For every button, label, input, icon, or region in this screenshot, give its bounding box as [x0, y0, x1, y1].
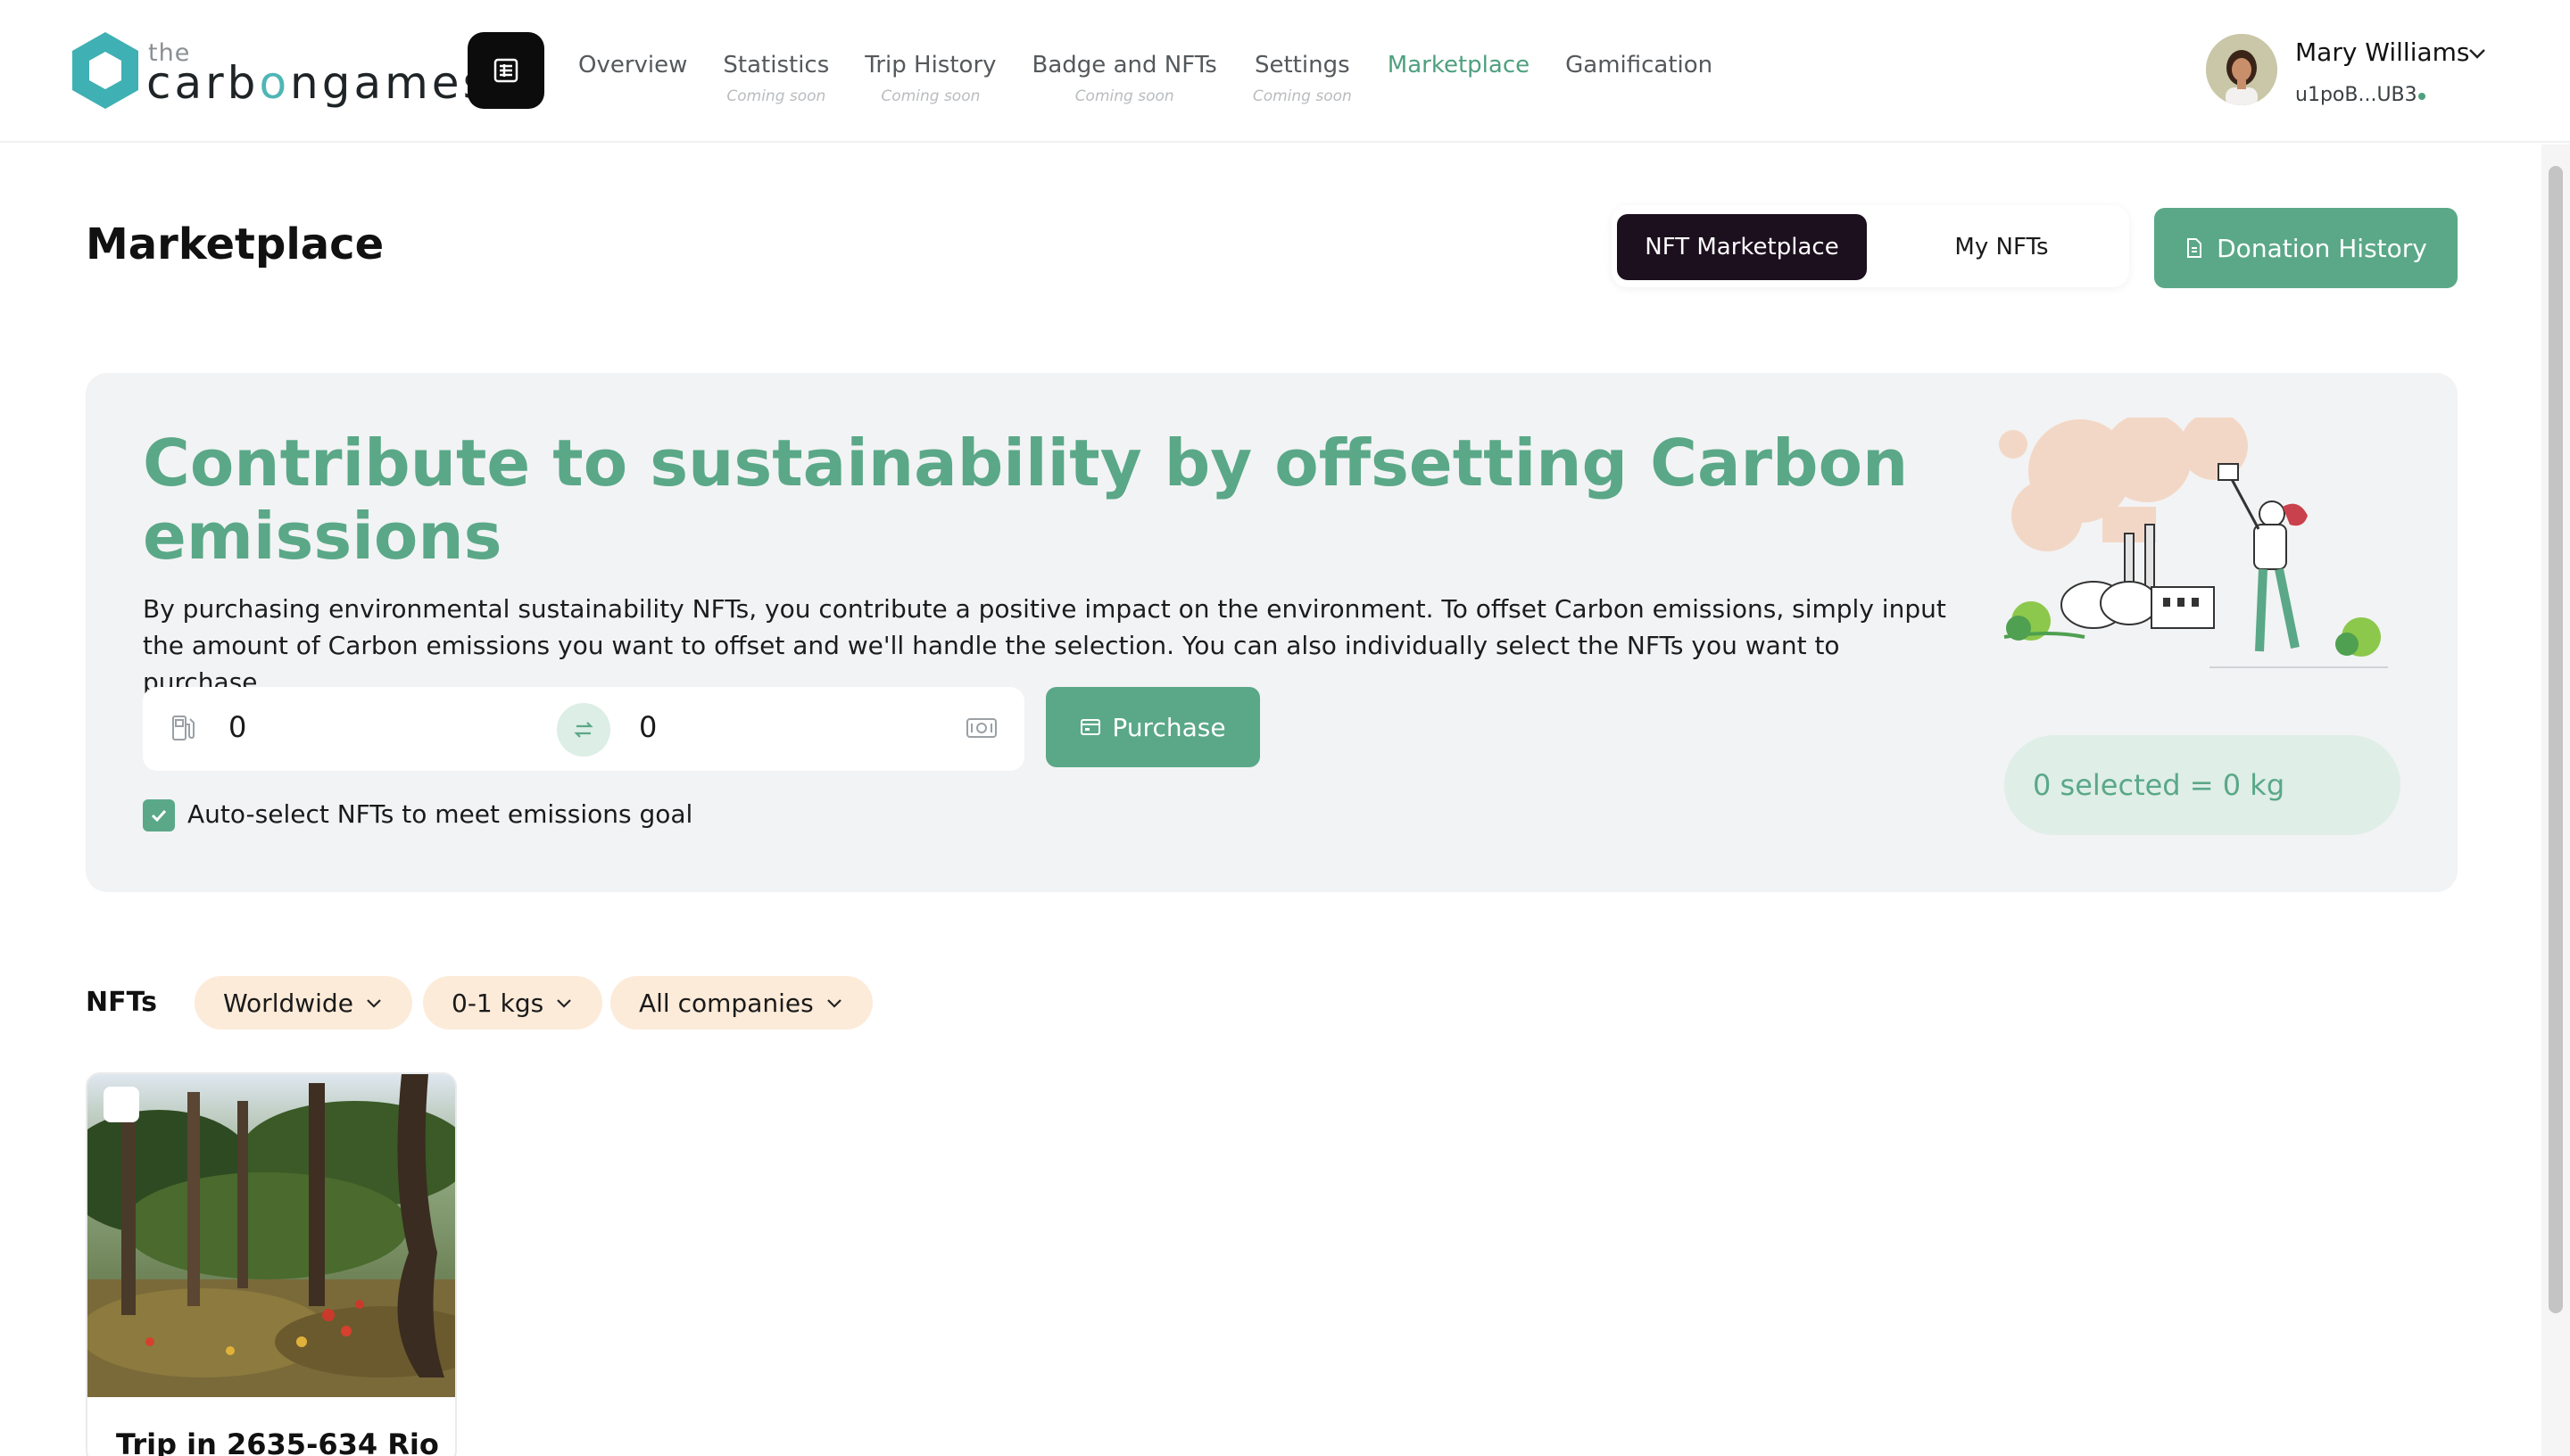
nav-item-marketplace[interactable]: Marketplace — [1388, 52, 1530, 105]
swap-units-button[interactable] — [557, 703, 610, 757]
app-menu-button[interactable] — [468, 32, 544, 109]
nav-label: Badge and NFTs — [1032, 52, 1217, 79]
nav-label: Overview — [578, 52, 688, 79]
nav-item-gamification[interactable]: Gamification — [1565, 52, 1712, 105]
cart-icon — [1081, 719, 1101, 735]
fuel-pump-icon — [172, 716, 195, 740]
nft-card[interactable]: Trip in 2635-634 Rio — [86, 1072, 457, 1456]
user-avatar-icon — [2206, 34, 2277, 105]
user-menu[interactable]: Mary Williams u1poB...UB3 — [2206, 32, 2509, 107]
coming-soon-label: Coming soon — [1074, 87, 1174, 105]
avatar — [2206, 34, 2277, 105]
nav-label: Settings — [1254, 52, 1350, 79]
page-scrollbar-thumb[interactable] — [2549, 166, 2563, 1313]
nft-card-title: Trip in 2635-634 Rio — [116, 1427, 439, 1456]
forest-image — [87, 1074, 455, 1397]
list-icon — [493, 58, 518, 83]
hero-title: Contribute to sustainability by offsetti… — [143, 426, 1909, 574]
tab-my-nfts[interactable]: My NFTs — [1879, 214, 2124, 280]
donation-history-label: Donation History — [2217, 233, 2427, 263]
nav-label: Gamification — [1565, 52, 1713, 79]
chevron-down-icon — [367, 999, 381, 1008]
auto-select-checkbox[interactable] — [143, 799, 175, 831]
coming-soon-label: Coming soon — [1252, 87, 1352, 105]
emissions-input[interactable]: 0 — [228, 710, 246, 744]
offset-converter: 0 0 — [143, 687, 1024, 771]
chevron-down-icon — [557, 999, 571, 1008]
logo-word-o: o — [259, 57, 291, 109]
wallet-address: u1poB...UB3 — [2295, 84, 2417, 106]
nfts-section-label: NFTs — [86, 987, 157, 1018]
factory-illustration — [1999, 418, 2388, 668]
weight-filter[interactable]: 0-1 kgs — [423, 976, 603, 1030]
top-header: the carbongames Overview Statistics Comi… — [0, 0, 2570, 143]
nav-label: Marketplace — [1387, 52, 1530, 79]
auto-select-label: Auto-select NFTs to meet emissions goal — [187, 799, 693, 829]
carbon-games-logo[interactable]: the carbongames — [70, 30, 486, 112]
cost-input[interactable]: 0 — [639, 710, 657, 744]
hero-description: By purchasing environmental sustainabili… — [143, 594, 1946, 697]
company-filter[interactable]: All companies — [610, 976, 873, 1030]
page-title: Marketplace — [86, 219, 385, 269]
cash-icon — [966, 718, 997, 738]
nav-item-badge-and-nfts[interactable]: Badge and NFTs Coming soon — [1032, 52, 1217, 105]
coming-soon-label: Coming soon — [881, 87, 981, 105]
region-filter[interactable]: Worldwide — [195, 976, 412, 1030]
swap-arrows-icon — [574, 722, 593, 738]
nft-select-checkbox[interactable] — [104, 1087, 139, 1122]
nav-item-settings[interactable]: Settings Coming soon — [1253, 52, 1352, 105]
company-filter-label: All companies — [639, 988, 814, 1018]
nav-label: Trip History — [865, 52, 997, 79]
nav-item-trip-history[interactable]: Trip History Coming soon — [865, 52, 996, 105]
tab-nft-marketplace[interactable]: NFT Marketplace — [1617, 214, 1867, 280]
coming-soon-label: Coming soon — [726, 87, 826, 105]
logo-wordmark: carbongames — [146, 57, 490, 109]
chevron-down-icon — [826, 999, 841, 1008]
region-filter-label: Worldwide — [223, 988, 353, 1018]
nav-label: Statistics — [723, 52, 830, 79]
nav-item-statistics[interactable]: Statistics Coming soon — [723, 52, 829, 105]
logo-word-part: ngames — [290, 57, 490, 109]
marketplace-tab-switch: NFT Marketplace My NFTs — [1612, 205, 2129, 287]
check-icon — [151, 809, 167, 823]
chevron-down-icon[interactable] — [2465, 41, 2490, 66]
main-nav: Overview Statistics Coming soon Trip His… — [578, 52, 1712, 105]
purchase-button[interactable]: Purchase — [1046, 687, 1260, 767]
logo-word-part: carb — [146, 57, 260, 109]
document-icon — [2187, 238, 2202, 258]
nav-item-overview[interactable]: Overview — [578, 52, 687, 105]
online-status-dot — [2418, 93, 2425, 100]
user-name: Mary Williams — [2295, 37, 2470, 67]
weight-filter-label: 0-1 kgs — [452, 988, 544, 1018]
hexagon-logo-icon — [72, 32, 138, 109]
purchase-label: Purchase — [1112, 712, 1226, 742]
selection-summary: 0 selected = 0 kg — [2004, 735, 2400, 835]
offset-hero-panel: Contribute to sustainability by offsetti… — [86, 373, 2458, 892]
donation-history-button[interactable]: Donation History — [2154, 208, 2458, 288]
